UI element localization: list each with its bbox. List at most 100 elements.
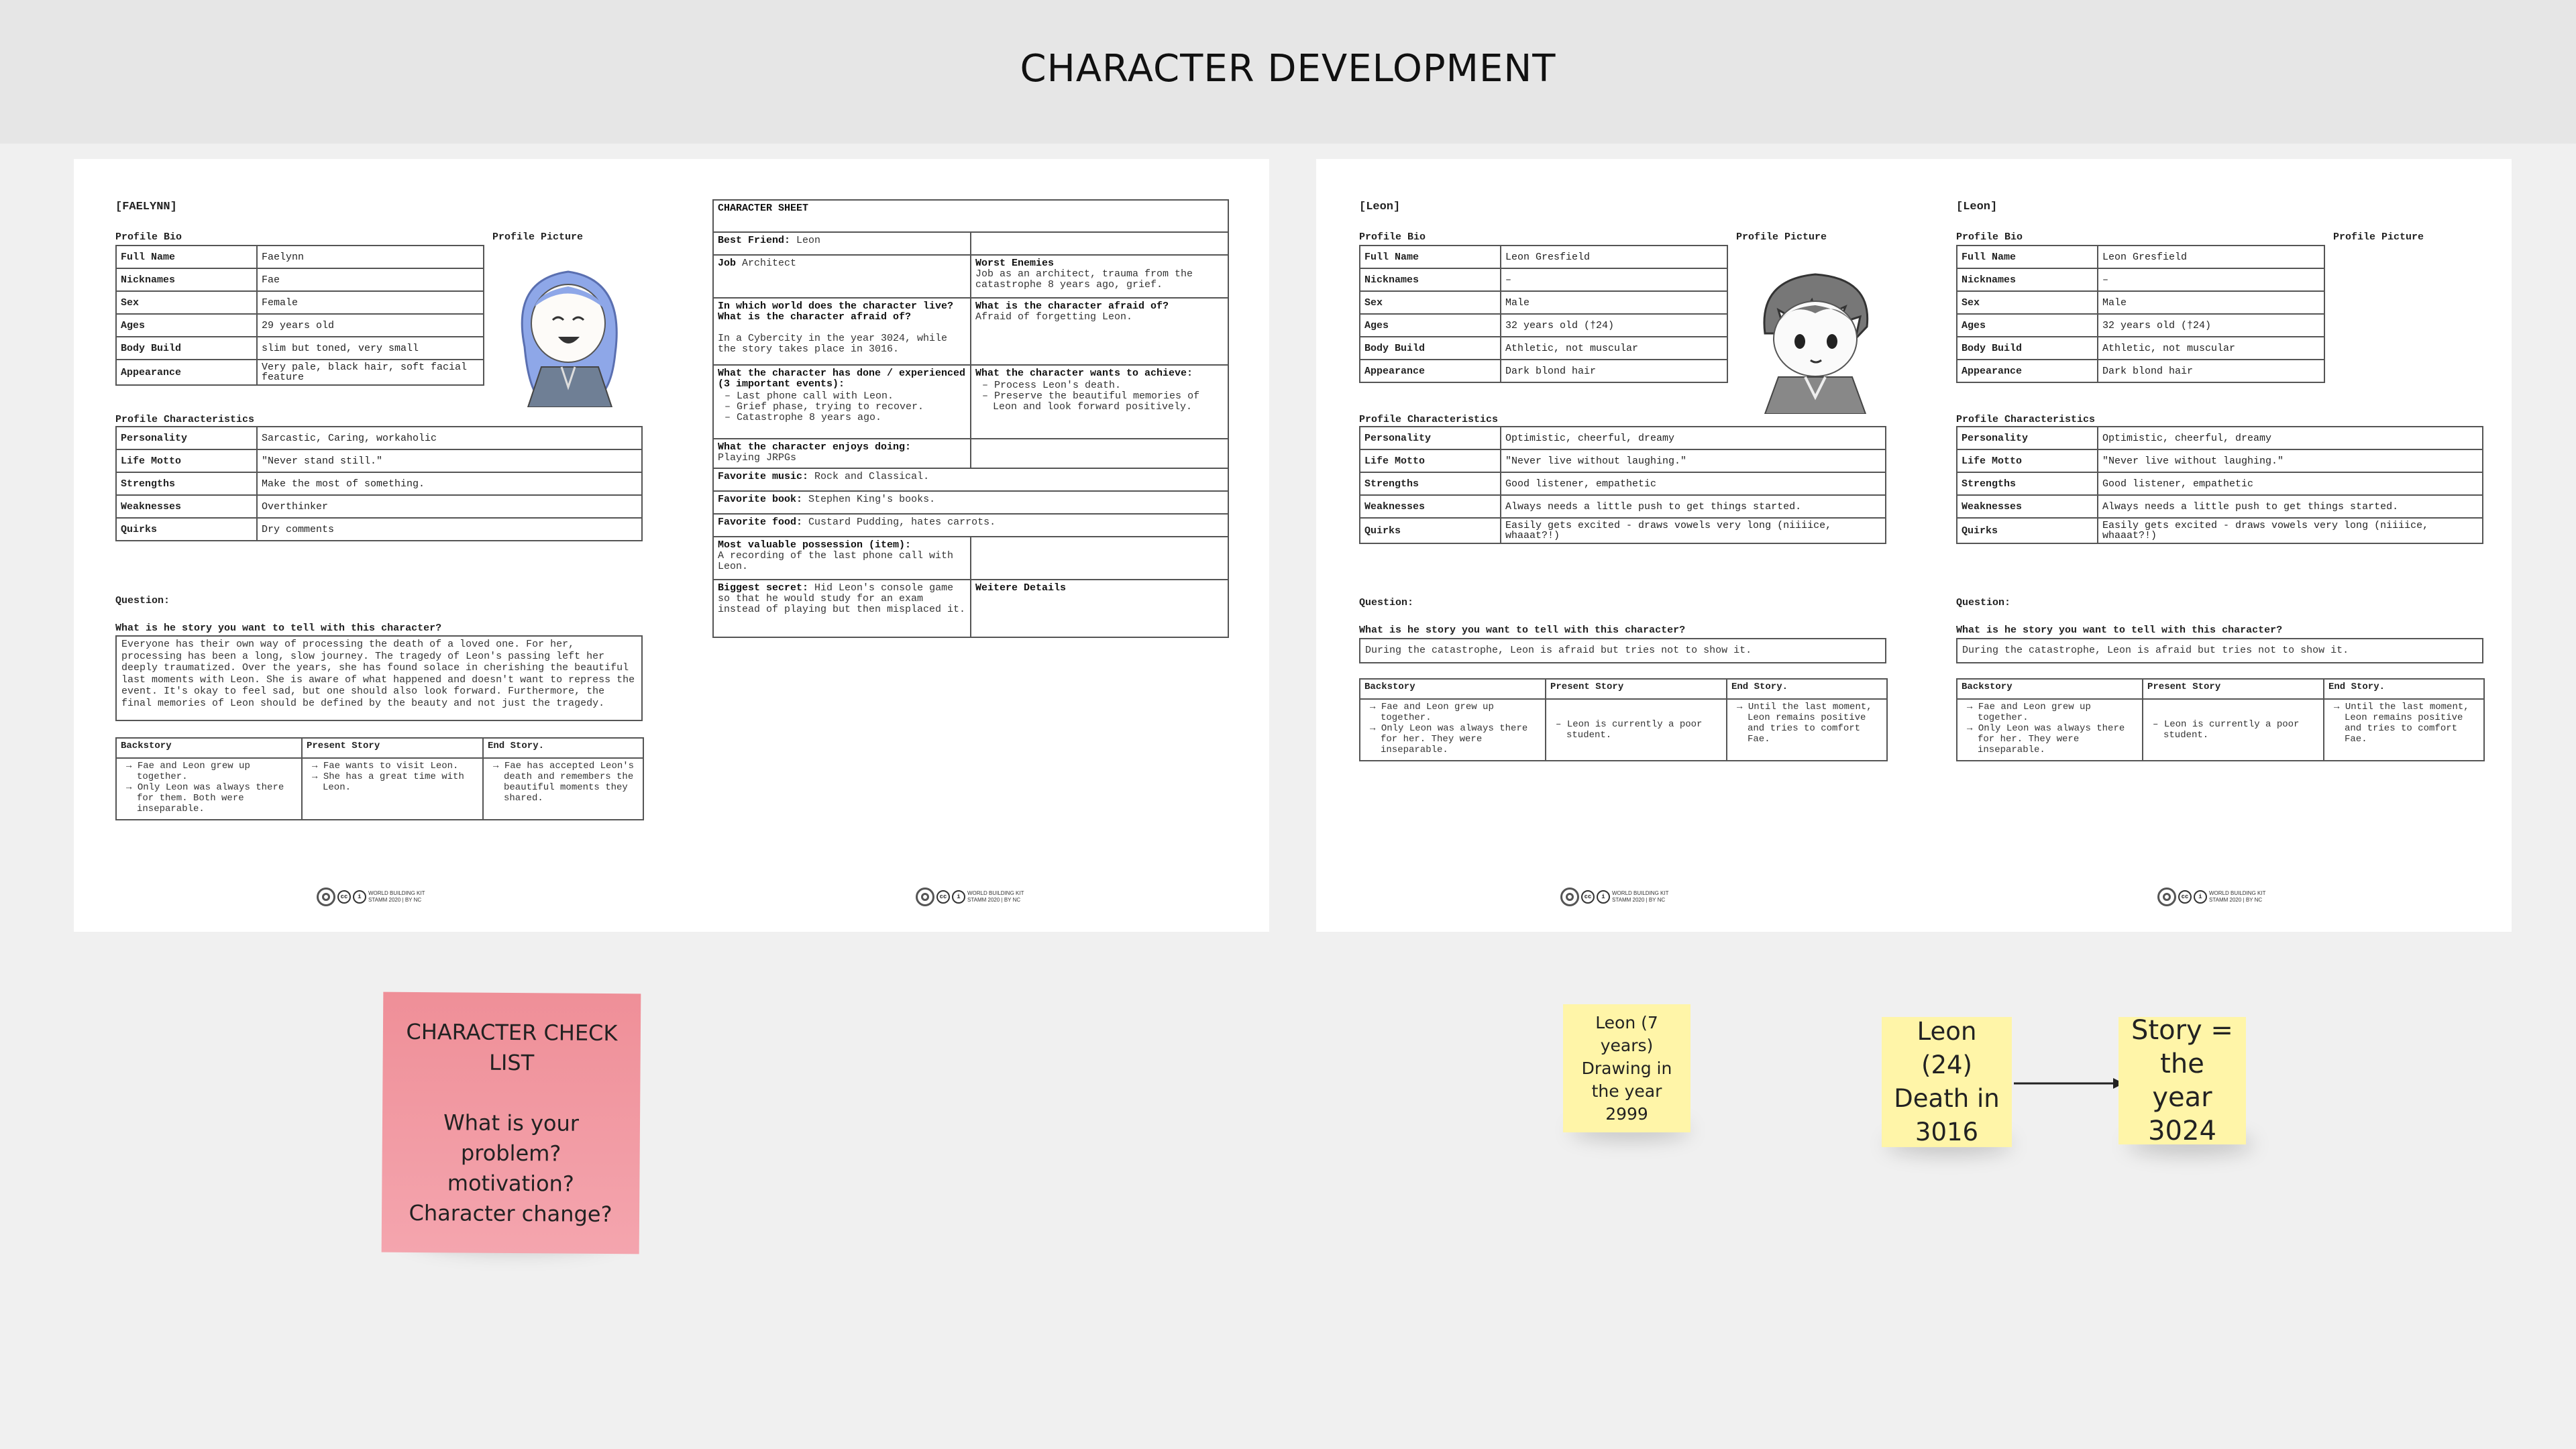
cc-icon: cc (936, 890, 950, 904)
kit-logo-icon (317, 888, 335, 906)
board-leon[interactable]: [Leon] Profile Bio Profile Picture Full … (1316, 159, 2512, 932)
present-story-cell: Leon is currently a poor student. (2142, 698, 2324, 761)
field-value[interactable]: Athletic, not muscular (1500, 336, 1728, 360)
table-row: Body Build Athletic, not muscular (1956, 336, 2325, 360)
field-value[interactable]: Very pale, black hair, soft facial featu… (256, 359, 484, 386)
footer-line1: WORLD BUILDING KIT (368, 890, 425, 896)
story-answer[interactable]: Everyone has their own way of processing… (115, 635, 643, 721)
table-row: Appearance Dark blond hair (1359, 359, 1728, 383)
by-icon: i (1597, 890, 1610, 904)
field-value[interactable]: Optimistic, cheerful, dreamy (1500, 426, 1886, 450)
field-label: Appearance (1359, 359, 1501, 383)
list-item: Catastrophe 8 years ago. (735, 413, 966, 423)
sticky-note-leon-24[interactable]: Leon (24) Death in 3016 (1882, 1017, 2012, 1147)
question-text: What is he story you want to tell with t… (115, 623, 442, 634)
connector-arrow[interactable] (2012, 1073, 2127, 1093)
field-value[interactable]: Dark blond hair (1500, 359, 1728, 383)
field-value[interactable]: Fae (256, 268, 484, 292)
list-item: Grief phase, trying to recover. (735, 402, 966, 413)
field-value[interactable]: "Never stand still." (256, 449, 643, 473)
field-label: Life Motto (115, 449, 258, 473)
footer-line2: STAMM 2020 | BY NC (967, 897, 1021, 903)
backstory-header: Backstory (115, 737, 303, 759)
music-value: Rock and Classical. (814, 471, 930, 482)
field-value[interactable]: – (2097, 268, 2325, 292)
table-row: Personality Optimistic, cheerful, dreamy (1956, 426, 2483, 450)
field-value[interactable]: Male (2097, 290, 2325, 315)
field-label: Quirks (115, 517, 258, 541)
table-row: Appearance Dark blond hair (1956, 359, 2325, 383)
field-value[interactable]: Dark blond hair (2097, 359, 2325, 383)
list-item: Process Leon's death. (993, 380, 1224, 391)
profile-picture-label: Profile Picture (492, 231, 584, 243)
best-friend-label: Best Friend: (718, 235, 791, 246)
footer-line1: WORLD BUILDING KIT (1612, 890, 1669, 896)
table-row: Appearance Very pale, black hair, soft fa… (115, 359, 484, 386)
field-value[interactable]: Easily gets excited - draws vowels very … (1500, 517, 1886, 544)
field-value[interactable]: 32 years old (†24) (1500, 313, 1728, 337)
field-label: Sex (1359, 290, 1501, 315)
question-text: What is he story you want to tell with t… (1956, 625, 2283, 636)
board-faelynn[interactable]: [FAELYNN] Profile Bio Profile Picture Fu… (74, 159, 1269, 932)
cc-icon: cc (1581, 890, 1595, 904)
field-value[interactable]: Male (1500, 290, 1728, 315)
frame-title[interactable]: CHARACTER DEVELOPMENT (0, 47, 2576, 91)
footer-line2: STAMM 2020 | BY NC (368, 897, 422, 903)
question-text: What is he story you want to tell with t… (1359, 625, 1686, 636)
field-value[interactable]: Sarcastic, Caring, workaholic (256, 426, 643, 450)
sticky-note-story[interactable]: Story = the year 3024 (2118, 1015, 2246, 1146)
field-value[interactable]: Good listener, empathetic (2097, 472, 2483, 496)
field-value[interactable]: Faelynn (256, 245, 484, 269)
table-row: Full Name Leon Gresfield (1359, 245, 1728, 269)
question-label: Question: (115, 595, 170, 606)
field-value[interactable]: Always needs a little push to get things… (2097, 494, 2483, 519)
doc-tag: [Leon] (1956, 201, 1998, 213)
field-label: Sex (115, 290, 258, 315)
field-label: Life Motto (1359, 449, 1501, 473)
field-value[interactable]: Easily gets excited - draws vowels very … (2097, 517, 2483, 544)
field-value[interactable]: Good listener, empathetic (1500, 472, 1886, 496)
list-item: She has a great time with Leon. (323, 771, 478, 793)
profile-picture-label: Profile Picture (2333, 231, 2424, 243)
field-value[interactable]: Leon Gresfield (1500, 245, 1728, 269)
field-value[interactable]: Optimistic, cheerful, dreamy (2097, 426, 2483, 450)
job-label: Job (718, 258, 737, 269)
sticky-note-leon-7[interactable]: Leon (7 years) Drawing in the year 2999 (1563, 1004, 1690, 1132)
world-value: In a Cybercity in the year 3024, while t… (718, 333, 948, 355)
field-value[interactable]: Athletic, not muscular (2097, 336, 2325, 360)
list-item: Last phone call with Leon. (735, 391, 966, 402)
doc-tag: [FAELYNN] (115, 201, 177, 213)
world-label: In which world does the character live? … (718, 301, 954, 323)
enemies-label: Worst Enemies (975, 258, 1055, 269)
field-value[interactable]: – (1500, 268, 1728, 292)
field-value[interactable]: Overthinker (256, 494, 643, 519)
field-value[interactable]: Female (256, 290, 484, 315)
enemies-value: Job as an architect, trauma from the cat… (975, 268, 1193, 290)
field-label: Sex (1956, 290, 2098, 315)
table-row: Ages 29 years old (115, 313, 484, 337)
end-story-cell: Until the last moment, Leon remains posi… (1726, 698, 1888, 761)
field-value[interactable]: 29 years old (256, 313, 484, 337)
footer-logo: cc i WORLD BUILDING KIT STAMM 2020 | BY N… (2157, 885, 2271, 909)
field-value[interactable]: Dry comments (256, 517, 643, 541)
table-row: Strengths Good listener, empathetic (1956, 472, 2483, 496)
field-label: Weaknesses (1956, 494, 2098, 519)
field-value[interactable]: "Never live without laughing." (1500, 449, 1886, 473)
field-value[interactable]: "Never live without laughing." (2097, 449, 2483, 473)
field-label: Personality (1359, 426, 1501, 450)
table-row: Full Name Faelynn (115, 245, 484, 269)
by-icon: i (952, 890, 965, 904)
table-row: Body Build slim but toned, very small (115, 336, 484, 360)
field-value[interactable]: 32 years old (†24) (2097, 313, 2325, 337)
story-answer[interactable]: During the catastrophe, Leon is afraid b… (1359, 638, 1886, 663)
field-value[interactable]: Leon Gresfield (2097, 245, 2325, 269)
list-item: Fae and Leon grew up together. (1381, 702, 1541, 723)
field-value[interactable]: Always needs a little push to get things… (1500, 494, 1886, 519)
sticky-note-checklist[interactable]: CHARACTER CHECK LIST What is your proble… (381, 991, 641, 1254)
field-value[interactable]: slim but toned, very small (256, 336, 484, 360)
field-label: Ages (1956, 313, 2098, 337)
footer-logo: cc i WORLD BUILDING KIT STAMM 2020 | BY N… (317, 885, 431, 909)
field-value[interactable]: Make the most of something. (256, 472, 643, 496)
end-story-header: End Story. (482, 737, 644, 759)
story-answer[interactable]: During the catastrophe, Leon is afraid b… (1956, 638, 2483, 663)
